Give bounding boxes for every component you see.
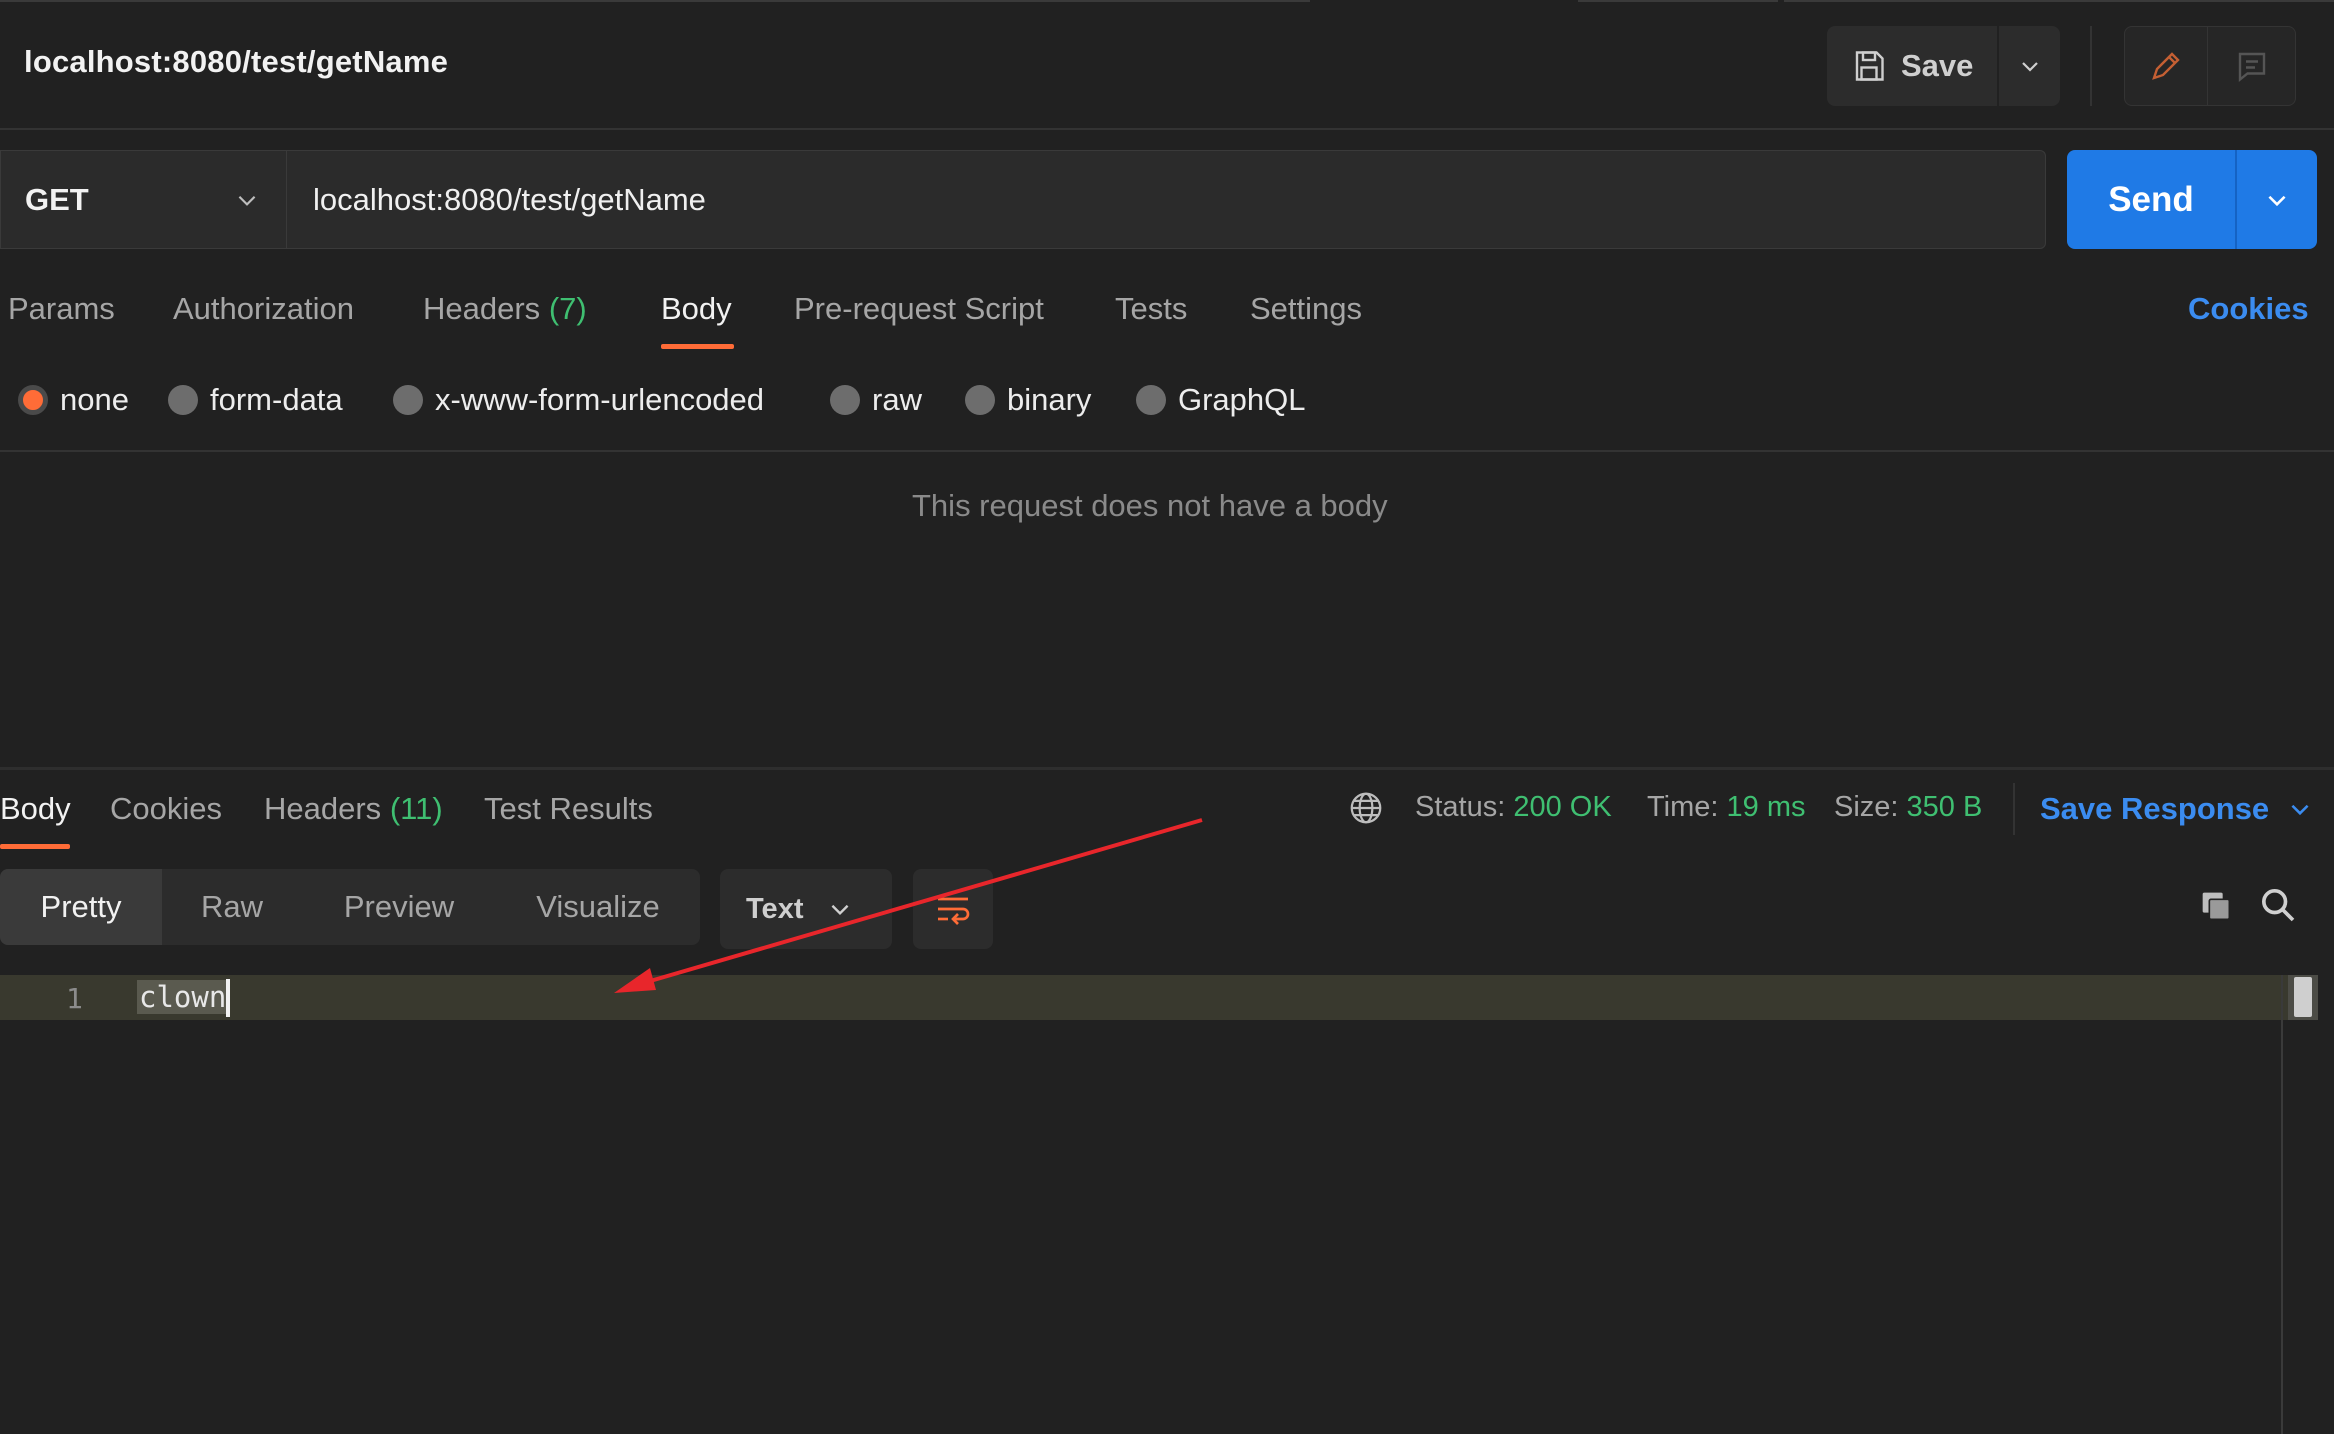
radio-graphql[interactable]: GraphQL <box>1136 382 1306 418</box>
save-response-label: Save Response <box>2040 791 2270 826</box>
send-options-button[interactable] <box>2235 150 2317 249</box>
tab-body[interactable]: Body <box>661 291 732 327</box>
radio-urlencoded[interactable]: x-www-form-urlencoded <box>393 382 764 418</box>
editor-scrollbar[interactable] <box>2288 975 2318 1020</box>
save-button-label: Save <box>1901 48 1974 83</box>
response-type-value: Text <box>746 892 804 925</box>
time-info[interactable]: Time: 19 ms <box>1647 791 1805 824</box>
radio-icon <box>830 385 860 415</box>
format-visualize[interactable]: Visualize <box>496 869 700 945</box>
tab-authorization[interactable]: Authorization <box>173 291 354 327</box>
format-preview[interactable]: Preview <box>302 869 496 945</box>
response-active-tab-indicator <box>0 844 70 849</box>
url-input[interactable]: localhost:8080/test/getName <box>286 150 2046 249</box>
method-select[interactable]: GET <box>0 150 286 249</box>
save-response-button[interactable]: Save Response <box>2040 791 2313 827</box>
chevron-down-icon <box>2021 62 2038 72</box>
body-divider <box>0 450 2334 452</box>
format-raw[interactable]: Raw <box>162 869 302 945</box>
network-globe-icon[interactable] <box>1347 789 1385 832</box>
search-icon[interactable] <box>2258 885 2298 930</box>
wrap-lines-button[interactable] <box>913 869 993 949</box>
cookies-link[interactable]: Cookies <box>2188 291 2309 327</box>
tab-headers[interactable]: Headers (7) <box>423 291 587 327</box>
response-tab-cookies[interactable]: Cookies <box>110 791 222 827</box>
top-tab-strip <box>0 0 2334 6</box>
comment-icon <box>2238 52 2265 82</box>
empty-body-message: This request does not have a body <box>912 488 1388 523</box>
send-button[interactable]: Send <box>2067 150 2235 249</box>
pane-resizer[interactable] <box>0 767 2334 770</box>
line-number: 1 <box>66 982 83 1015</box>
response-tab-headers-label: Headers <box>264 791 382 826</box>
save-button[interactable]: Save <box>1827 26 1997 106</box>
radio-binary[interactable]: binary <box>965 382 1091 418</box>
chevron-down-icon <box>832 904 849 916</box>
radio-form-data-label: form-data <box>210 382 343 417</box>
format-pretty[interactable]: Pretty <box>0 869 162 945</box>
save-icon <box>1855 51 1884 81</box>
radio-icon <box>393 385 423 415</box>
wrap-lines-icon <box>938 897 970 925</box>
radio-raw-label: raw <box>872 382 922 417</box>
radio-icon <box>168 385 198 415</box>
size-label: Size: <box>1834 791 1899 823</box>
active-tab-indicator <box>661 344 734 349</box>
meta-divider <box>2013 783 2015 835</box>
pencil-icon <box>2152 52 2180 80</box>
response-type-select[interactable]: Text <box>720 869 892 949</box>
radio-none[interactable]: none <box>18 382 129 418</box>
time-label: Time: <box>1647 791 1719 823</box>
radio-form-data[interactable]: form-data <box>168 382 343 418</box>
copy-icon[interactable] <box>2196 886 2236 931</box>
editor-scroll-track <box>2281 975 2283 1434</box>
radio-selected-icon <box>18 385 48 415</box>
size-info[interactable]: Size: 350 B <box>1834 791 1982 824</box>
request-title[interactable]: localhost:8080/test/getName <box>24 44 448 80</box>
radio-graphql-label: GraphQL <box>1178 382 1306 417</box>
response-tab-headers-count: (11) <box>389 791 443 826</box>
tab-headers-count: (7) <box>548 291 587 326</box>
active-code-line <box>0 975 2310 1020</box>
response-body-text[interactable]: clown <box>137 980 229 1014</box>
url-value: localhost:8080/test/getName <box>313 181 706 217</box>
status-label: Status: <box>1415 791 1506 823</box>
radio-icon <box>965 385 995 415</box>
radio-none-label: none <box>60 382 129 417</box>
time-value: 19 ms <box>1726 791 1806 823</box>
header-divider <box>0 128 2334 130</box>
text-cursor <box>226 979 230 1017</box>
radio-raw[interactable]: raw <box>830 382 922 418</box>
radio-binary-label: binary <box>1007 382 1092 417</box>
chevron-down-icon <box>238 195 256 206</box>
save-options-button[interactable] <box>1999 26 2060 106</box>
response-tab-headers[interactable]: Headers (11) <box>264 791 443 827</box>
chevron-down-icon <box>2291 804 2309 816</box>
tab-tests[interactable]: Tests <box>1115 291 1187 327</box>
method-value: GET <box>25 181 89 217</box>
chevron-down-icon <box>2268 195 2286 206</box>
size-value: 350 B <box>1906 791 1983 823</box>
radio-urlencoded-label: x-www-form-urlencoded <box>435 382 765 417</box>
tab-prerequest-script[interactable]: Pre-request Script <box>794 291 1044 327</box>
response-tab-test-results[interactable]: Test Results <box>484 791 653 827</box>
toolbar-divider <box>2090 26 2092 106</box>
status-info[interactable]: Status: 200 OK <box>1415 791 1612 824</box>
edit-button[interactable] <box>2124 26 2208 106</box>
tab-headers-label: Headers <box>423 291 541 326</box>
comments-button[interactable] <box>2208 26 2296 106</box>
tab-params[interactable]: Params <box>8 291 115 327</box>
response-tab-body[interactable]: Body <box>0 791 71 827</box>
radio-icon <box>1136 385 1166 415</box>
tab-settings[interactable]: Settings <box>1250 291 1362 327</box>
status-value: 200 OK <box>1513 791 1612 823</box>
